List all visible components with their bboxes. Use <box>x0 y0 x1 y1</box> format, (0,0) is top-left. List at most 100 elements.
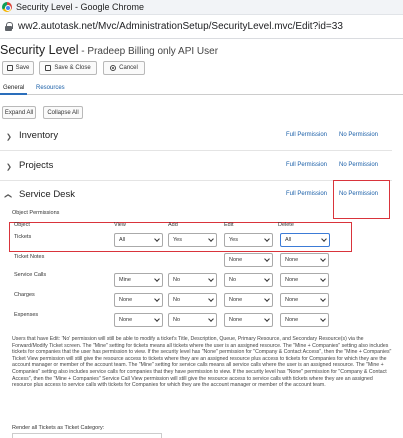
no-permission-link[interactable]: No Permission <box>339 132 378 138</box>
full-permission-link[interactable]: Full Permission <box>286 191 327 197</box>
dropdown-caret-icon <box>320 256 326 262</box>
render-category-select[interactable] <box>12 433 162 438</box>
save-button[interactable]: Save <box>2 61 34 75</box>
collapse-all-button[interactable]: Collapse All <box>43 106 83 119</box>
section-name: Inventory <box>19 130 59 141</box>
dropdown-caret-icon <box>208 316 214 322</box>
select-value: None <box>119 297 133 303</box>
chevron-right-icon[interactable]: ❯ <box>6 133 12 141</box>
column-header-delete: Delete <box>278 222 294 228</box>
tickets-add-select[interactable]: Yes <box>168 233 217 247</box>
highlight-no-permission <box>333 180 390 219</box>
select-value: All <box>285 237 292 243</box>
select-value: None <box>119 317 133 323</box>
dropdown-caret-icon <box>154 316 160 322</box>
save-icon <box>6 65 13 71</box>
charges-edit-select[interactable]: None <box>224 293 273 307</box>
service-calls-delete-select[interactable]: None <box>280 273 329 287</box>
no-permission-link[interactable]: No Permission <box>339 162 378 168</box>
save-close-button-label: Save & Close <box>54 65 91 71</box>
save-close-icon <box>45 65 52 71</box>
select-value: No <box>229 277 237 283</box>
select-value: Yes <box>229 237 238 243</box>
lock-icon <box>4 22 13 31</box>
chrome-icon <box>2 2 12 12</box>
select-value: None <box>285 277 299 283</box>
tickets-view-select[interactable]: All <box>114 233 163 247</box>
select-value: None <box>229 257 243 263</box>
window-title: Security Level - Google Chrome <box>16 2 145 12</box>
chevron-down-icon[interactable]: ❯ <box>4 193 12 199</box>
url-text[interactable]: ww2.autotask.net/Mvc/AdministrationSetup… <box>18 21 343 32</box>
section-inventory[interactable]: ❯ Inventory Full Permission No Permissio… <box>0 124 392 148</box>
select-value: Yes <box>173 237 182 243</box>
select-value: None <box>285 257 299 263</box>
address-bar[interactable]: ww2.autotask.net/Mvc/AdministrationSetup… <box>0 15 403 39</box>
expenses-add-select[interactable]: No <box>168 313 217 327</box>
page-title-subtitle: - Pradeep Billing only API User <box>78 46 219 57</box>
browser-title-bar: Security Level - Google Chrome <box>0 0 403 15</box>
dropdown-caret-icon <box>320 276 326 282</box>
row-label-charges: Charges <box>14 292 35 298</box>
charges-delete-select[interactable]: None <box>280 293 329 307</box>
charges-add-select[interactable]: No <box>168 293 217 307</box>
dropdown-caret-icon <box>154 296 160 302</box>
page-title: Security Level - Pradeep Billing only AP… <box>0 43 218 57</box>
page-title-main: Security Level <box>0 43 79 57</box>
section-divider <box>0 150 392 151</box>
ticket-notes-delete-select[interactable]: None <box>280 253 329 267</box>
dropdown-caret-icon <box>264 276 270 282</box>
permission-description: Users that have Edit: 'No' permission wi… <box>12 336 392 389</box>
column-header-edit: Edit <box>224 222 234 228</box>
column-header-add: Add <box>168 222 178 228</box>
select-value: None <box>285 297 299 303</box>
row-label-ticket-notes: Ticket Notes <box>14 254 45 260</box>
expenses-edit-select[interactable]: None <box>224 313 273 327</box>
column-header-object: Object <box>14 222 30 228</box>
section-projects[interactable]: ❯ Projects Full Permission No Permission <box>0 154 392 178</box>
row-label-expenses: Expenses <box>14 312 39 318</box>
select-value: Mine <box>119 277 131 283</box>
column-header-view: View <box>114 222 126 228</box>
section-name: Projects <box>19 160 54 171</box>
expenses-delete-select[interactable]: None <box>280 313 329 327</box>
render-category-label: Render all Tickets as Ticket Category: <box>12 425 105 431</box>
tab-general[interactable]: General <box>0 83 28 95</box>
full-permission-link[interactable]: Full Permission <box>286 162 327 168</box>
service-calls-add-select[interactable]: No <box>168 273 217 287</box>
expand-all-button[interactable]: Expand All <box>2 106 36 119</box>
select-value: No <box>173 277 181 283</box>
select-value: No <box>173 297 181 303</box>
cancel-button-label: Cancel <box>119 65 138 71</box>
select-value: None <box>229 317 243 323</box>
ticket-notes-edit-select[interactable]: None <box>224 253 273 267</box>
expenses-view-select[interactable]: None <box>114 313 163 327</box>
dropdown-caret-icon <box>264 316 270 322</box>
dropdown-caret-icon <box>208 276 214 282</box>
dropdown-caret-icon <box>208 236 214 242</box>
dropdown-caret-icon <box>154 236 160 242</box>
tickets-edit-select[interactable]: Yes <box>224 233 273 247</box>
page-content: Security Level - Pradeep Billing only AP… <box>0 39 403 438</box>
save-button-label: Save <box>15 65 30 71</box>
full-permission-link[interactable]: Full Permission <box>286 132 327 138</box>
charges-view-select[interactable]: None <box>114 293 163 307</box>
section-name: Service Desk <box>19 189 75 200</box>
dropdown-caret-icon <box>321 236 327 242</box>
object-permissions-heading: Object Permissions <box>12 210 60 216</box>
cancel-button[interactable]: Cancel <box>103 61 145 75</box>
dropdown-caret-icon <box>264 296 270 302</box>
select-value: None <box>229 297 243 303</box>
dropdown-caret-icon <box>154 276 160 282</box>
select-value: All <box>119 237 126 243</box>
tab-resources[interactable]: Resources <box>33 83 68 93</box>
service-calls-edit-select[interactable]: No <box>224 273 273 287</box>
tickets-delete-select[interactable]: All <box>280 233 330 247</box>
dropdown-caret-icon <box>320 296 326 302</box>
row-label-tickets: Tickets <box>14 234 32 240</box>
row-label-service-calls: Service Calls <box>14 272 47 278</box>
chevron-right-icon[interactable]: ❯ <box>6 163 12 171</box>
save-close-button[interactable]: Save & Close <box>39 61 97 75</box>
service-calls-view-select[interactable]: Mine <box>114 273 163 287</box>
dropdown-caret-icon <box>320 316 326 322</box>
